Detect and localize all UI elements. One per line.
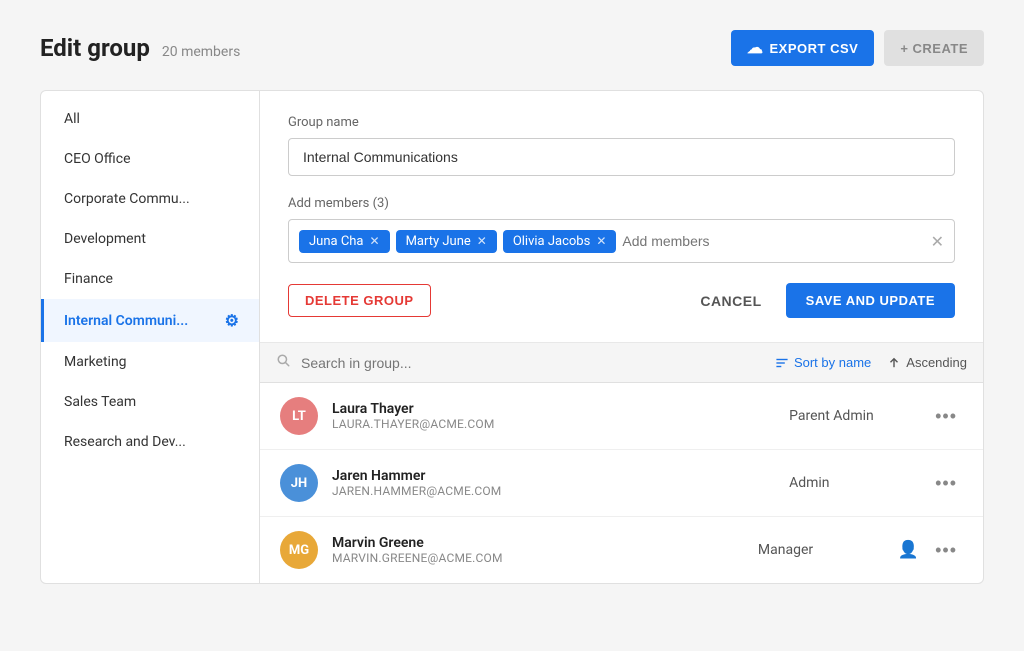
table-row: JH Jaren Hammer JAREN.HAMMER@ACME.COM Ad… [260, 450, 983, 517]
sidebar-item-label: Marketing [64, 354, 127, 370]
export-label: EXPORT CSV [770, 41, 859, 56]
members-section: Add members (3) Juna Cha ✕ Marty June ✕ … [288, 196, 955, 263]
group-name-input[interactable] [288, 138, 955, 176]
form-right-actions: CANCEL SAVE AND UPDATE [684, 283, 955, 318]
sidebar-item-label: Corporate Commu... [64, 191, 190, 207]
table-row: MG Marvin Greene MARVIN.GREENE@ACME.COM … [260, 517, 983, 583]
members-input-container[interactable]: Juna Cha ✕ Marty June ✕ Olivia Jacobs ✕ [288, 219, 955, 263]
cancel-label: CANCEL [700, 293, 761, 309]
ascending-label: Ascending [906, 355, 967, 370]
sidebar-item-label: Finance [64, 271, 113, 287]
sidebar: All CEO Office Corporate Commu... Develo… [40, 90, 260, 584]
member-more-button[interactable]: ••• [929, 404, 963, 429]
person-icon: 👤 [898, 540, 919, 560]
member-info: Laura Thayer LAURA.THAYER@ACME.COM [332, 401, 789, 431]
member-name: Jaren Hammer [332, 468, 789, 484]
group-name-label: Group name [288, 115, 955, 130]
sidebar-item-sales-team[interactable]: Sales Team [41, 382, 259, 422]
avatar: LT [280, 397, 318, 435]
member-count: 20 members [162, 44, 240, 60]
save-label: SAVE AND UPDATE [806, 293, 935, 308]
sidebar-item-label: Development [64, 231, 146, 247]
gear-icon: ⚙ [225, 311, 239, 330]
page: Edit group 20 members ☁ EXPORT CSV + CRE… [0, 0, 1024, 651]
member-actions: ••• [929, 404, 963, 429]
toolbar-right: Sort by name Ascending [775, 355, 967, 370]
upload-icon: ☁ [747, 38, 764, 58]
tag-label: Juna Cha [309, 234, 364, 249]
member-email: JAREN.HAMMER@ACME.COM [332, 484, 789, 498]
add-members-input[interactable] [622, 233, 924, 249]
avatar-initials: LT [292, 409, 306, 424]
member-tag-marty-june[interactable]: Marty June ✕ [396, 230, 497, 253]
member-role: Parent Admin [789, 408, 929, 424]
avatar-initials: JH [291, 476, 307, 491]
member-email: LAURA.THAYER@ACME.COM [332, 417, 789, 431]
member-name: Marvin Greene [332, 535, 758, 551]
clear-input-icon[interactable]: ✕ [931, 232, 944, 251]
remove-juna-cha-icon[interactable]: ✕ [370, 234, 380, 248]
member-email: MARVIN.GREENE@ACME.COM [332, 551, 758, 565]
remove-marty-june-icon[interactable]: ✕ [477, 234, 487, 248]
tag-label: Olivia Jacobs [513, 234, 591, 249]
sort-by-name-button[interactable]: Sort by name [775, 355, 871, 370]
group-list-section: Sort by name Ascending [260, 343, 983, 583]
edit-form: Group name Add members (3) Juna Cha ✕ Ma… [260, 91, 983, 343]
main-layout: All CEO Office Corporate Commu... Develo… [40, 90, 984, 584]
member-more-button[interactable]: ••• [929, 471, 963, 496]
avatar: MG [280, 531, 318, 569]
add-members-label: Add members (3) [288, 196, 955, 211]
member-name: Laura Thayer [332, 401, 789, 417]
member-info: Marvin Greene MARVIN.GREENE@ACME.COM [332, 535, 758, 565]
sidebar-item-label: Sales Team [64, 394, 136, 410]
table-row: LT Laura Thayer LAURA.THAYER@ACME.COM Pa… [260, 383, 983, 450]
tag-label: Marty June [406, 234, 471, 249]
avatar: JH [280, 464, 318, 502]
sidebar-item-ceo-office[interactable]: CEO Office [41, 139, 259, 179]
delete-group-button[interactable]: DELETE GROUP [288, 284, 431, 317]
page-title: Edit group [40, 34, 150, 62]
avatar-initials: MG [289, 543, 309, 558]
ascending-button[interactable]: Ascending [887, 355, 967, 370]
sidebar-item-internal-communi[interactable]: Internal Communi... ⚙ [41, 299, 259, 342]
save-update-button[interactable]: SAVE AND UPDATE [786, 283, 955, 318]
search-icon [276, 353, 291, 372]
sidebar-item-label: Internal Communi... [64, 313, 188, 329]
sidebar-item-research-dev[interactable]: Research and Dev... [41, 422, 259, 462]
header-actions: ☁ EXPORT CSV + CREATE [731, 30, 984, 66]
member-more-button[interactable]: ••• [929, 538, 963, 563]
sort-label: Sort by name [794, 355, 871, 370]
sidebar-item-development[interactable]: Development [41, 219, 259, 259]
sidebar-item-marketing[interactable]: Marketing [41, 342, 259, 382]
list-toolbar: Sort by name Ascending [260, 343, 983, 383]
sidebar-item-label: Research and Dev... [64, 434, 186, 450]
create-label: + CREATE [900, 41, 968, 56]
member-role: Admin [789, 475, 929, 491]
member-tag-juna-cha[interactable]: Juna Cha ✕ [299, 230, 390, 253]
sidebar-item-all[interactable]: All [41, 99, 259, 139]
form-actions: DELETE GROUP CANCEL SAVE AND UPDATE [288, 283, 955, 318]
header-left: Edit group 20 members [40, 34, 240, 62]
member-info: Jaren Hammer JAREN.HAMMER@ACME.COM [332, 468, 789, 498]
cancel-button[interactable]: CANCEL [684, 285, 777, 317]
content-area: Group name Add members (3) Juna Cha ✕ Ma… [260, 90, 984, 584]
member-actions: ••• [929, 471, 963, 496]
member-actions: 👤 ••• [898, 538, 963, 563]
export-csv-button[interactable]: ☁ EXPORT CSV [731, 30, 874, 66]
create-button[interactable]: + CREATE [884, 30, 984, 66]
sidebar-item-corporate-commu[interactable]: Corporate Commu... [41, 179, 259, 219]
sidebar-item-label: CEO Office [64, 151, 131, 167]
page-header: Edit group 20 members ☁ EXPORT CSV + CRE… [40, 30, 984, 66]
delete-label: DELETE GROUP [305, 293, 414, 308]
search-input[interactable] [301, 355, 765, 371]
member-role: Manager [758, 542, 898, 558]
remove-olivia-jacobs-icon[interactable]: ✕ [596, 234, 606, 248]
sidebar-item-finance[interactable]: Finance [41, 259, 259, 299]
sidebar-item-label: All [64, 111, 80, 127]
member-tag-olivia-jacobs[interactable]: Olivia Jacobs ✕ [503, 230, 617, 253]
